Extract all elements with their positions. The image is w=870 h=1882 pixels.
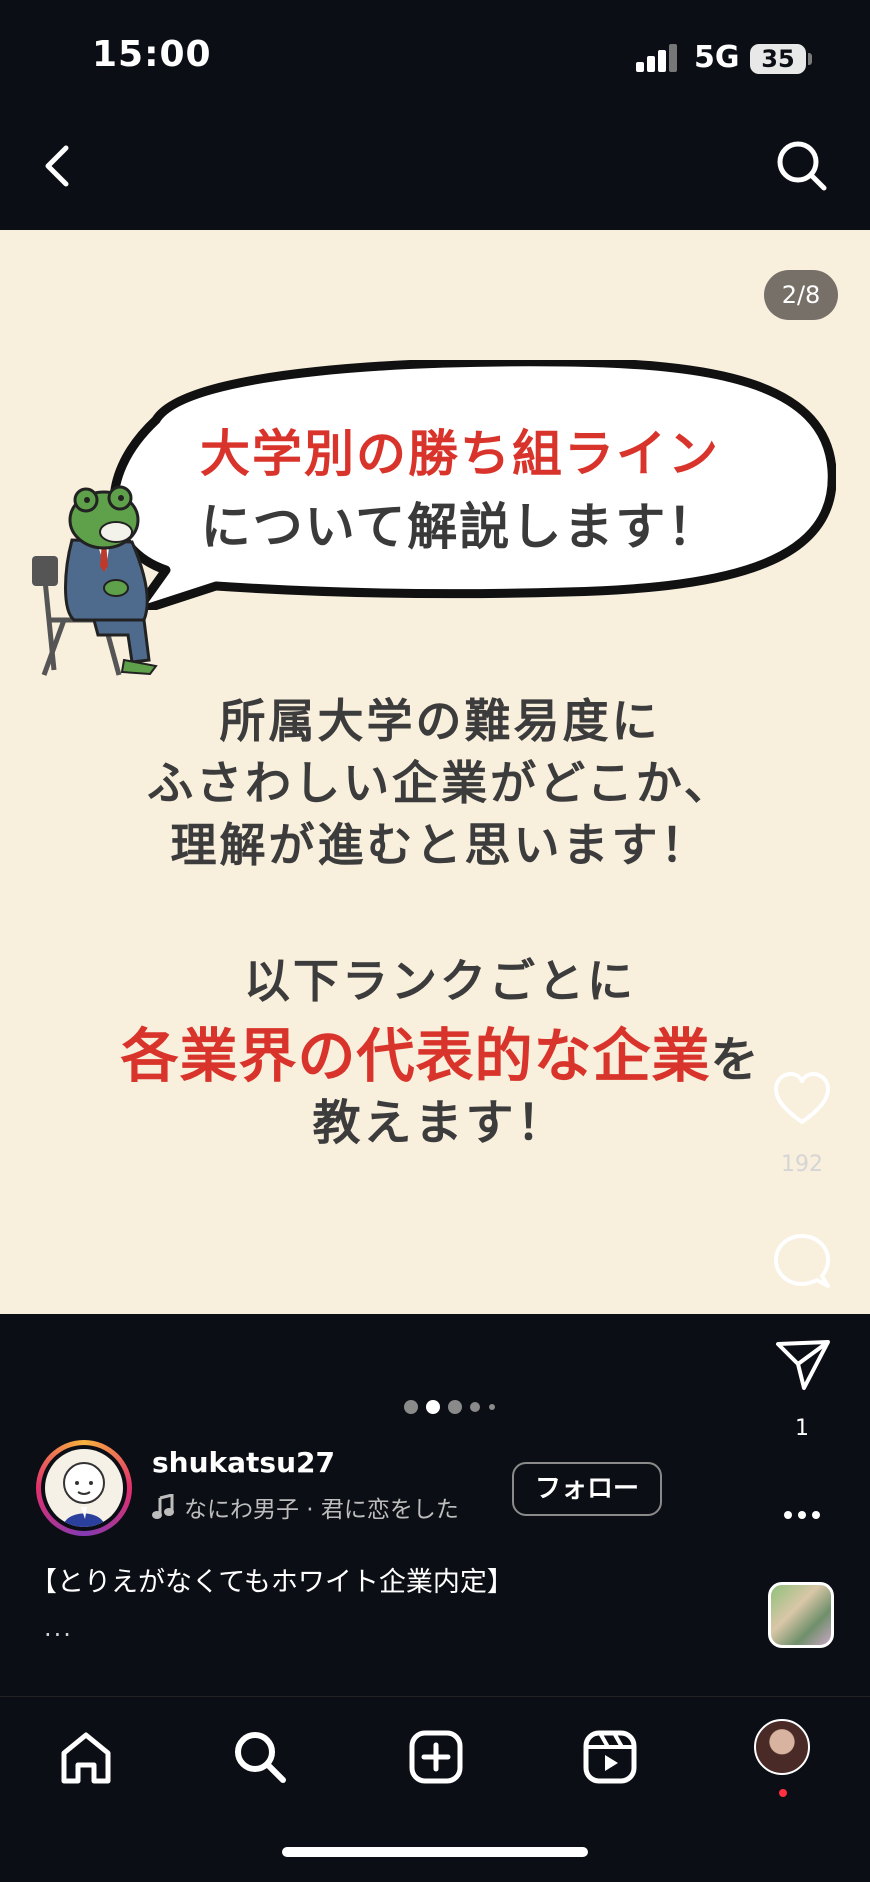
avatar-border (41, 1445, 127, 1531)
network-type: 5G (694, 40, 740, 75)
search-icon[interactable] (772, 134, 832, 198)
send-icon[interactable] (772, 1334, 832, 1394)
post-image[interactable]: 2/8 大学別の勝ち組ライン について解説します！ 所属大学の難易度に ふさわし (0, 230, 870, 1314)
avatar-image (45, 1449, 123, 1527)
author-avatar[interactable] (36, 1440, 132, 1536)
heart-icon[interactable] (772, 1070, 832, 1130)
reels-icon[interactable] (580, 1727, 640, 1787)
author-username[interactable]: shukatsu27 (152, 1446, 335, 1479)
bubble-text: 大学別の勝ち組ライン について解説します！ (150, 418, 770, 564)
carousel-dot (448, 1400, 462, 1414)
carousel-counter: 2/8 (764, 270, 838, 320)
carousel-dot (404, 1400, 418, 1414)
create-icon[interactable] (406, 1727, 466, 1787)
profile-avatar-tab[interactable] (754, 1719, 810, 1775)
like-count: 192 (781, 1152, 823, 1177)
bubble-title: 大学別の勝ち組ライン (200, 425, 720, 483)
back-chevron-icon[interactable] (36, 134, 80, 198)
home-icon[interactable] (56, 1727, 116, 1787)
follow-button[interactable]: フォロー (512, 1462, 662, 1516)
caption-more[interactable]: ... (44, 1614, 73, 1642)
avatar-illustration (63, 1462, 105, 1527)
signal-icon (636, 44, 680, 72)
post-caption: 【とりえがなくてもホワイト企業内定】 (30, 1567, 514, 1598)
top-navigation (0, 110, 870, 230)
comment-icon[interactable] (772, 1232, 832, 1292)
status-bar: 15:00 5G 35 (0, 0, 870, 110)
audio-thumbnail[interactable] (768, 1582, 834, 1648)
emphasis-line: 各業界の代表的な企業を (60, 1020, 820, 1096)
body-line-2: ふさわしい企業がどこか、 (147, 756, 733, 810)
music-note-icon (152, 1494, 174, 1519)
body-line-3: 理解が進むと思います！ (170, 818, 710, 872)
carousel-dot (470, 1402, 480, 1412)
body-line-1: 所属大学の難易度に (219, 694, 661, 748)
battery-tip (808, 53, 812, 65)
emphasis-red: 各業界の代表的な企業 (120, 1022, 711, 1090)
battery-icon: 35 (750, 44, 806, 74)
status-time: 15:00 (92, 34, 212, 75)
music-title: なにわ男子 · 君に恋をした (184, 1497, 459, 1523)
more-icon[interactable] (772, 1500, 832, 1530)
carousel-dot (489, 1404, 495, 1410)
bottom-tab-bar (0, 1696, 870, 1882)
notification-dot (779, 1789, 787, 1797)
share-count: 1 (795, 1416, 809, 1441)
home-indicator (282, 1847, 588, 1857)
music-info[interactable]: なにわ男子 · 君に恋をした (152, 1490, 459, 1524)
search-icon[interactable] (230, 1727, 290, 1787)
rank-line: 以下ランクごとに (244, 954, 636, 1008)
body-paragraph: 所属大学の難易度に ふさわしい企業がどこか、 理解が進むと思います！ (60, 690, 820, 876)
frog-illustration (32, 485, 158, 676)
carousel-dot-active (426, 1400, 440, 1414)
last-line: 教えます！ (312, 1095, 568, 1151)
emphasis-suffix: を (710, 1032, 760, 1088)
bubble-subtitle: について解説します！ (200, 498, 720, 556)
